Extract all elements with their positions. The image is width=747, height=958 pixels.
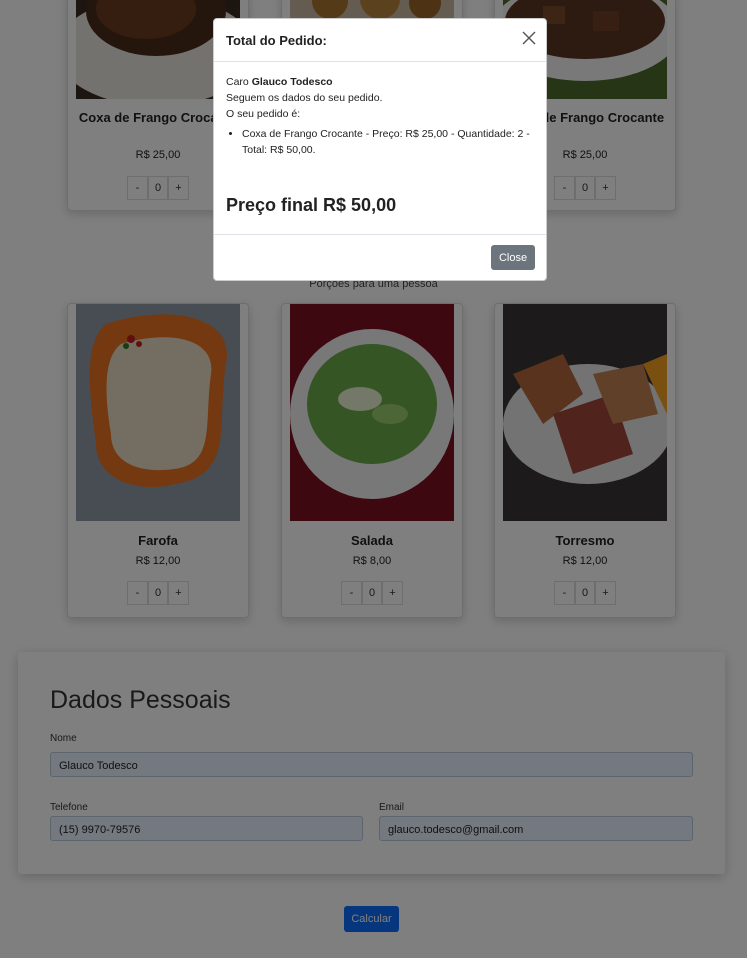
close-icon[interactable] — [522, 31, 536, 45]
greeting-prefix: Caro — [226, 76, 249, 88]
order-items-list: Coxa de Frango Crocante - Preço: R$ 25,0… — [226, 126, 536, 158]
modal-header: Total do Pedido: — [214, 19, 546, 62]
modal-footer: Close — [214, 234, 546, 282]
order-intro: Seguem os dados do seu pedido. — [226, 92, 383, 104]
customer-name: Glauco Todesco — [251, 76, 333, 88]
order-intro-2: O seu pedido é: — [226, 108, 301, 120]
modal-title: Total do Pedido: — [226, 33, 327, 48]
final-price: Preço final R$ 50,00 — [226, 195, 397, 215]
modal-body: Caro Glauco Todesco Seguem os dados do s… — [226, 74, 536, 158]
order-total-modal: Total do Pedido: Caro Glauco Todesco Seg… — [213, 18, 547, 281]
greeting: Caro Glauco Todesco — [226, 74, 536, 90]
close-button[interactable]: Close — [491, 245, 535, 270]
order-item: Coxa de Frango Crocante - Preço: R$ 25,0… — [242, 126, 536, 158]
